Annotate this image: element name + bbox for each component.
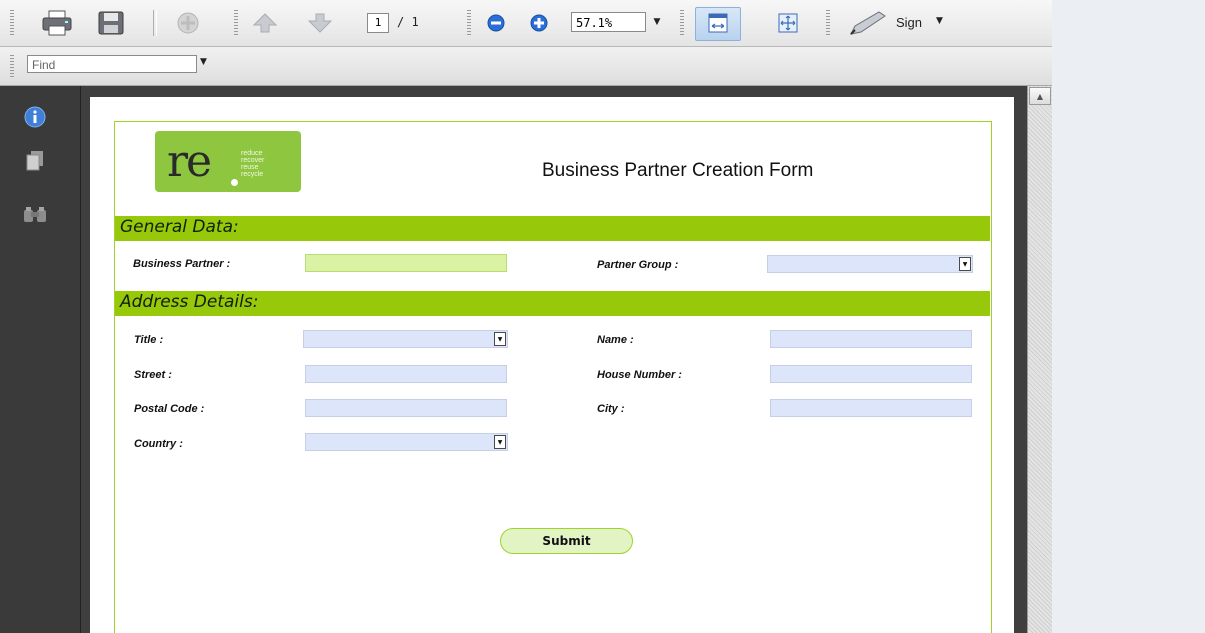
city-field[interactable] xyxy=(770,399,972,417)
title-select[interactable]: ▼ xyxy=(303,330,508,348)
share-icon[interactable] xyxy=(170,9,206,37)
country-label: Country : xyxy=(134,438,183,450)
house-number-label: House Number : xyxy=(597,369,682,381)
section-header-general: General Data: xyxy=(115,216,990,241)
zoom-dropdown-icon[interactable]: ▼ xyxy=(647,12,667,32)
section-title: Address Details: xyxy=(120,292,259,312)
sign-pen-icon[interactable] xyxy=(846,9,890,37)
toolbar-grip xyxy=(826,10,830,36)
find-input[interactable]: Find xyxy=(27,55,197,73)
submit-button[interactable]: Submit xyxy=(500,528,633,554)
section-title: General Data: xyxy=(120,217,239,237)
prev-page-icon[interactable] xyxy=(250,10,280,36)
city-label: City : xyxy=(597,403,625,415)
desktop-background xyxy=(1052,0,1205,633)
zoom-level-input[interactable]: 57.1% xyxy=(571,12,646,32)
findbar-grip[interactable] xyxy=(10,55,14,77)
form-title: Business Partner Creation Form xyxy=(542,160,814,181)
navigation-panel xyxy=(0,86,81,633)
logo-text: re xyxy=(167,136,212,187)
logo-word: recover xyxy=(241,157,265,164)
next-page-icon[interactable] xyxy=(305,10,335,36)
business-partner-label: Business Partner : xyxy=(133,258,231,270)
section-header-address: Address Details: xyxy=(115,291,990,316)
business-partner-field[interactable] xyxy=(305,254,507,272)
scroll-up-icon[interactable]: ▲ xyxy=(1029,87,1051,105)
fit-width-icon[interactable] xyxy=(705,11,731,35)
name-field[interactable] xyxy=(770,330,972,348)
dropdown-arrow-icon[interactable]: ▼ xyxy=(959,257,971,271)
logo-word: reduce xyxy=(241,150,263,157)
page-number-input[interactable]: 1 xyxy=(367,13,389,33)
street-field[interactable] xyxy=(305,365,507,383)
toolbar-grip xyxy=(680,10,684,36)
attachments-icon[interactable] xyxy=(22,202,48,228)
name-label: Name : xyxy=(597,334,634,346)
save-icon[interactable] xyxy=(96,9,126,37)
zoom-in-icon[interactable] xyxy=(527,12,551,34)
postal-code-label: Postal Code : xyxy=(134,403,205,415)
sign-dropdown-icon[interactable]: ▼ xyxy=(936,16,943,26)
zoom-out-icon[interactable] xyxy=(484,12,508,34)
street-label: Street : xyxy=(134,369,172,381)
fit-page-icon[interactable] xyxy=(775,11,801,35)
print-icon[interactable] xyxy=(40,9,74,37)
partner-group-select[interactable]: ▼ xyxy=(767,255,973,273)
dropdown-arrow-icon[interactable]: ▼ xyxy=(494,332,506,346)
vertical-scrollbar[interactable]: ▲ xyxy=(1027,86,1052,633)
logo-word: reuse xyxy=(241,164,259,171)
pages-icon[interactable] xyxy=(22,148,48,174)
toolbar-separator xyxy=(153,10,157,36)
toolbar-grip xyxy=(234,10,238,36)
pdf-viewer: 1 / 1 57.1% ▼ Sign ▼ Find ▼ ▲ re reduce … xyxy=(0,0,1052,633)
dropdown-arrow-icon[interactable]: ▼ xyxy=(494,435,506,449)
partner-group-label: Partner Group : xyxy=(597,259,679,271)
toolbar-grip[interactable] xyxy=(10,10,14,36)
company-logo: re reduce recover reuse recycle xyxy=(155,131,301,192)
toolbar-grip xyxy=(467,10,471,36)
house-number-field[interactable] xyxy=(770,365,972,383)
find-dropdown-icon[interactable]: ▼ xyxy=(200,57,207,67)
page-total: / 1 xyxy=(397,15,419,29)
toolbar: 1 / 1 57.1% ▼ Sign ▼ xyxy=(0,0,1052,47)
info-icon[interactable] xyxy=(22,104,48,130)
logo-word: recycle xyxy=(241,171,264,178)
country-select[interactable]: ▼ xyxy=(305,433,508,451)
logo-words: reduce recover reuse recycle xyxy=(241,150,264,178)
logo-dot xyxy=(231,179,238,186)
postal-code-field[interactable] xyxy=(305,399,507,417)
sign-button[interactable]: Sign xyxy=(896,15,922,30)
title-label: Title : xyxy=(134,334,164,346)
